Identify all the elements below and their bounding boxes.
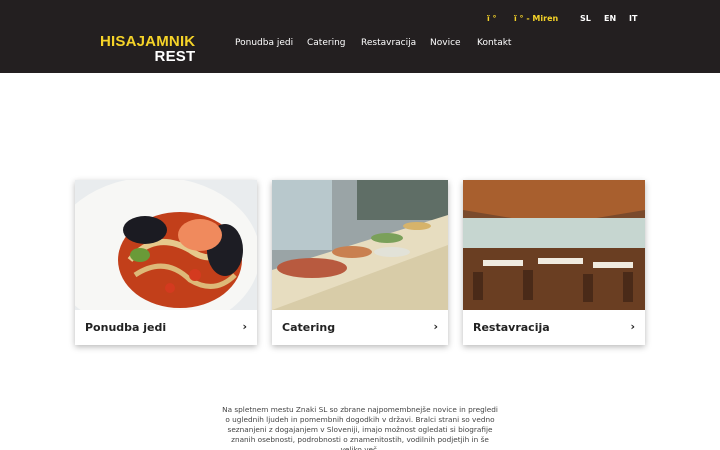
nav-catering[interactable]: Catering xyxy=(307,38,345,48)
buffet-image xyxy=(272,180,448,310)
lang-en[interactable]: EN xyxy=(604,14,616,23)
lang-it[interactable]: IT xyxy=(629,14,637,23)
card-title: Ponudba jedi xyxy=(85,321,167,334)
dish-image xyxy=(75,180,257,310)
card-catering[interactable]: Catering › xyxy=(272,180,448,345)
chevron-right-icon: › xyxy=(630,320,635,333)
nav-novice[interactable]: Novice xyxy=(430,38,461,48)
card-title: Restavracija xyxy=(473,321,550,334)
logo-line1: HISAJAMNIK xyxy=(100,33,196,50)
nav-restavracija[interactable]: Restavracija xyxy=(361,38,416,48)
chevron-right-icon: › xyxy=(433,320,438,333)
intro-text: Na spletnem mestu Znaki SL so zbrane naj… xyxy=(222,405,498,450)
nav-ponudba-jedi[interactable]: Ponudba jedi xyxy=(235,38,293,48)
logo[interactable]: HISAJAMNIK REST xyxy=(100,34,195,64)
nav-kontakt[interactable]: Kontakt xyxy=(477,38,511,48)
site-header: HISAJAMNIK REST ï ° ï ° - Miren SL EN IT… xyxy=(0,0,720,73)
chevron-right-icon: › xyxy=(242,320,247,333)
card-restavracija[interactable]: Restavracija › xyxy=(463,180,645,345)
card-ponudba-jedi[interactable]: Ponudba jedi › xyxy=(75,180,257,345)
location-link[interactable]: ï ° - Miren xyxy=(514,14,558,23)
logo-line2: REST xyxy=(154,48,196,65)
card-title: Catering xyxy=(282,321,336,334)
phone-link[interactable]: ï ° xyxy=(487,14,497,23)
restaurant-image xyxy=(463,180,645,310)
lang-sl[interactable]: SL xyxy=(580,14,591,23)
